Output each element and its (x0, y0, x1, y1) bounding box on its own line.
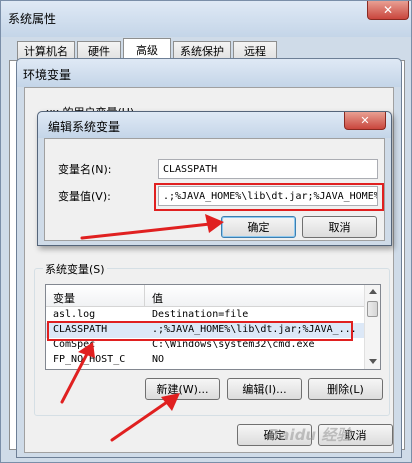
arrow-to-classpath-row (60, 342, 95, 404)
arrow-to-ok-button (80, 214, 224, 240)
arrow-to-new-button (110, 393, 180, 442)
annotation-arrows (60, 214, 224, 442)
watermark-text: Baidu 经验 (268, 426, 352, 444)
